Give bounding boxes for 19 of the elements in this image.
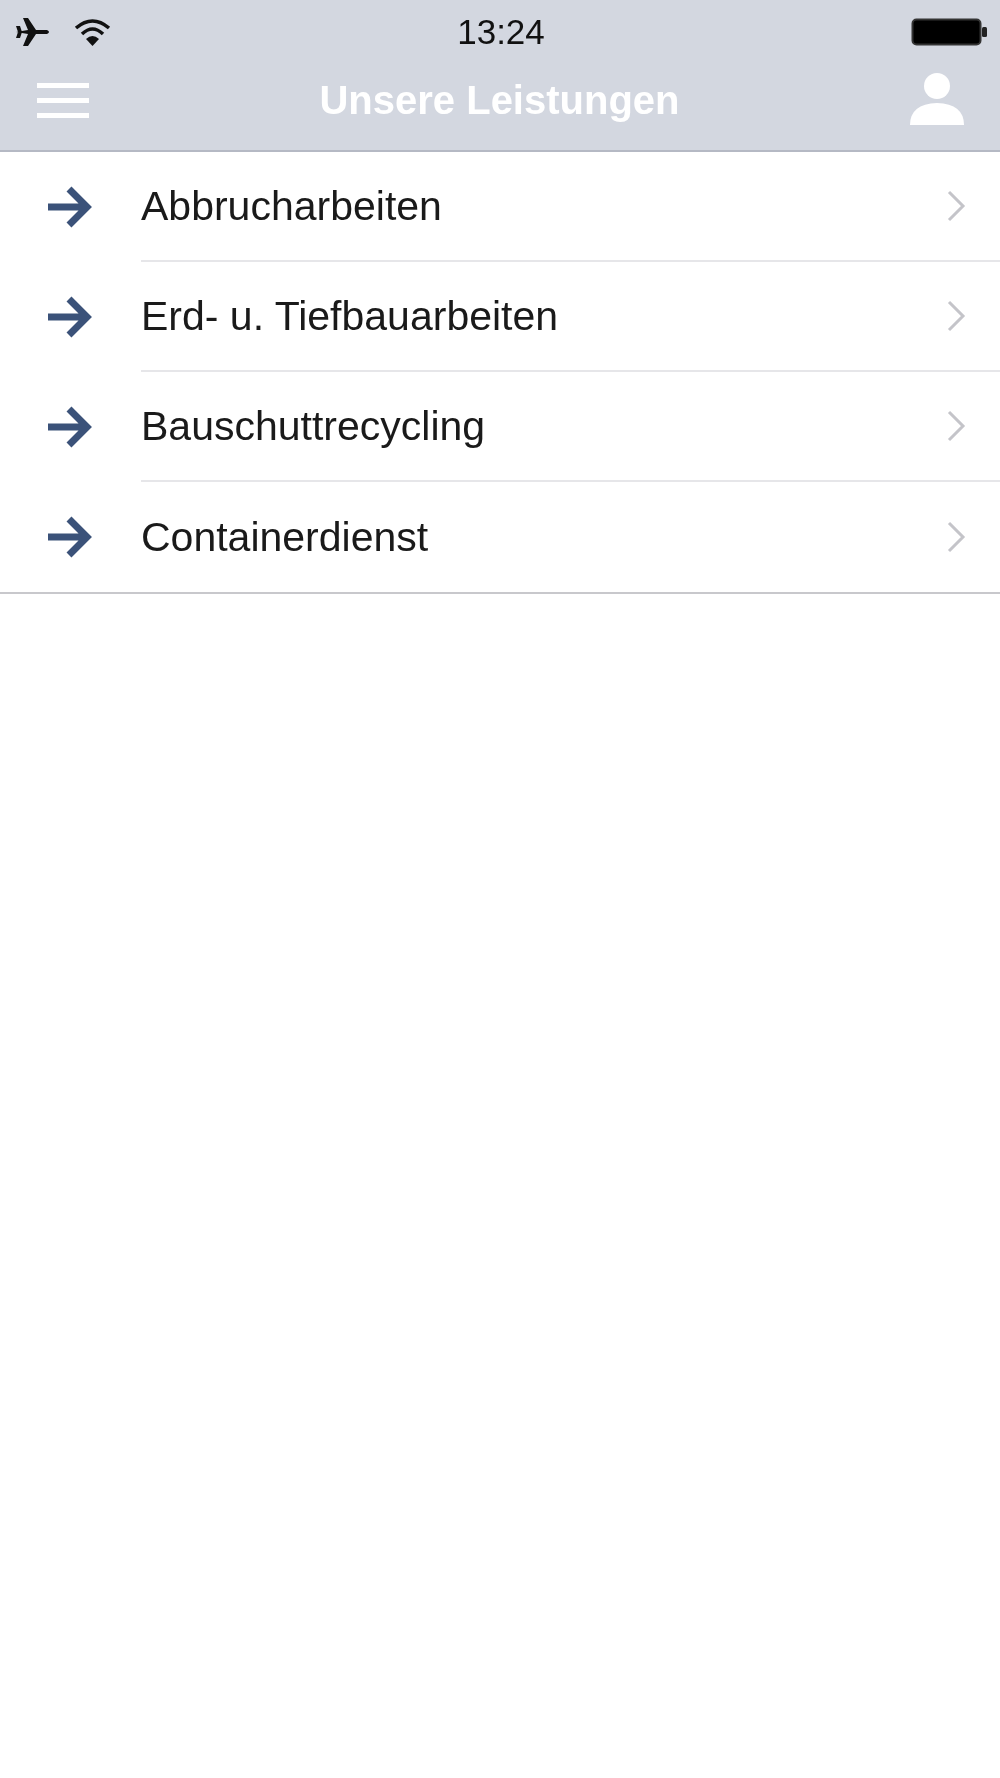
battery-icon [911, 18, 988, 46]
arrow-right-icon [45, 185, 92, 229]
menu-button[interactable] [37, 82, 89, 118]
chevron-right-icon [947, 190, 966, 222]
service-label: Erd- u. Tiefbauarbeiten [141, 292, 559, 340]
menu-icon [37, 82, 89, 118]
arrow-right-icon [45, 515, 92, 559]
wifi-icon [74, 17, 111, 47]
chevron-right-icon [947, 521, 966, 553]
status-time: 13:24 [457, 12, 545, 52]
service-label: Bauschuttrecycling [141, 402, 486, 450]
airplane-icon [14, 16, 52, 48]
chevron-right-icon [947, 410, 966, 442]
arrow-right-icon [45, 405, 92, 449]
service-label: Containerdienst [141, 513, 429, 561]
chevron-right-icon [947, 300, 966, 332]
service-label: Abbrucharbeiten [141, 182, 442, 230]
arrow-right-icon [45, 295, 92, 339]
person-icon [910, 71, 964, 125]
